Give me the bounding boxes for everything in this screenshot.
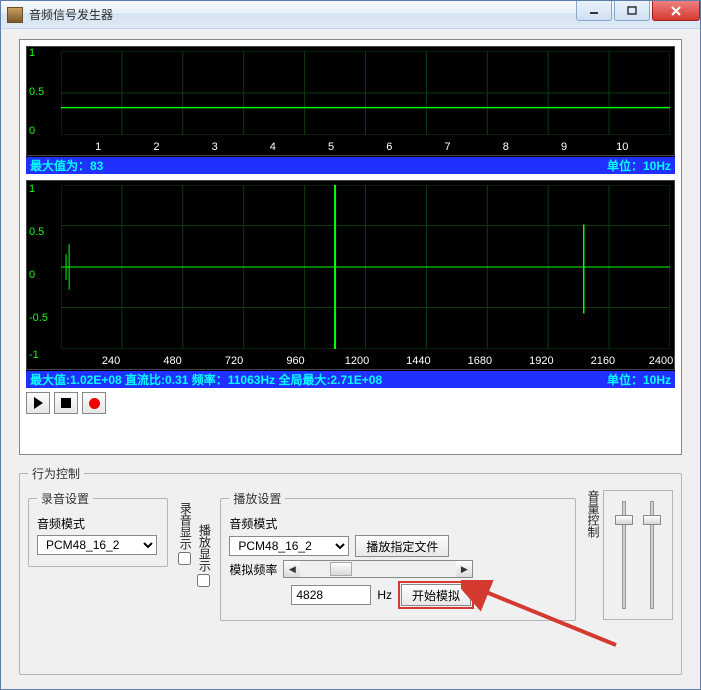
plot1-xtick: 7 [444, 141, 450, 153]
plot2-xtick: 960 [286, 355, 304, 367]
plot2-status-left: 最大值:1.02E+08 直流比:0.31 频率：11063Hz 全局最大:2.… [30, 371, 382, 388]
scroll-left-icon[interactable]: ◀ [284, 561, 300, 577]
sim-freq-unit: Hz [377, 588, 392, 602]
plot2-xtick: 240 [102, 355, 120, 367]
play-display-checkbox[interactable] [197, 574, 210, 587]
plot2-xtick: 1920 [529, 355, 553, 367]
plot2-ytick: -0.5 [29, 312, 48, 324]
stop-icon [61, 398, 71, 408]
plot1-xtick: 8 [503, 141, 509, 153]
plot1-status: 最大值为：83 单位：10Hz [26, 156, 675, 174]
volume-control [603, 490, 673, 620]
record-icon [89, 398, 100, 409]
stop-button[interactable] [54, 392, 78, 414]
play-button[interactable] [26, 392, 50, 414]
app-icon [7, 7, 23, 23]
play-file-button[interactable]: 播放指定文件 [355, 535, 449, 557]
plot2-xtick: 480 [163, 355, 181, 367]
record-button[interactable] [82, 392, 106, 414]
record-settings-group: 录音设置 音频模式 PCM48_16_2 [28, 490, 168, 567]
maximize-button[interactable] [614, 1, 650, 21]
play-icon [34, 397, 43, 409]
plot-frame: 1 0.5 0 1 2 3 4 5 6 7 8 9 10 最大值为：83 单位：… [19, 39, 682, 455]
rec-display-checkbox[interactable] [178, 552, 191, 565]
play-mode-label: 音频模式 [229, 515, 566, 532]
minimize-button[interactable] [576, 1, 612, 21]
record-mode-label: 音频模式 [37, 515, 159, 532]
plot1-xtick: 3 [212, 141, 218, 153]
plot2-xtick: 2160 [591, 355, 615, 367]
plot2-xtick: 1440 [406, 355, 430, 367]
playback-toolbar [26, 392, 675, 414]
behavior-control-group: 行为控制 录音设置 音频模式 PCM48_16_2 录音显示 [19, 465, 682, 675]
plot1-xtick: 2 [153, 141, 159, 153]
plot2-xtick: 2400 [649, 355, 673, 367]
sim-freq-scrollbar[interactable]: ◀ ▶ [283, 560, 473, 578]
start-sim-button[interactable]: 开始模拟 [401, 584, 471, 606]
titlebar: 音频信号发生器 [1, 1, 700, 29]
plot1-xtick: 9 [561, 141, 567, 153]
plot2-ytick: 0.5 [29, 226, 44, 238]
plot2-ytick: 1 [29, 183, 35, 195]
window-title: 音频信号发生器 [29, 6, 574, 23]
plot1-ytick: 0 [29, 125, 35, 137]
plot1-xtick: 10 [616, 141, 628, 153]
volume-slider-left[interactable] [610, 497, 638, 613]
sim-freq-input[interactable] [291, 585, 371, 605]
plot2-ytick: -1 [29, 349, 39, 361]
behavior-legend: 行为控制 [28, 465, 84, 482]
plot2-xtick: 720 [225, 355, 243, 367]
plot1-status-left: 最大值为：83 [30, 157, 103, 174]
volume-slider-right[interactable] [638, 497, 666, 613]
annotation-highlight: 开始模拟 [398, 581, 474, 609]
plot1-xtick: 1 [95, 141, 101, 153]
volume-label: 音量控制 [586, 490, 599, 620]
play-settings-group: 播放设置 音频模式 PCM48_16_2 播放指定文件 模拟频率 ◀ ▶ [220, 490, 575, 621]
play-display-label: 播放显示 [197, 524, 210, 572]
plot1-ytick: 1 [29, 47, 35, 59]
plot2-xtick: 1680 [468, 355, 492, 367]
plot1-xtick: 5 [328, 141, 334, 153]
close-button[interactable] [652, 1, 700, 21]
plot2-status: 最大值:1.02E+08 直流比:0.31 频率：11063Hz 全局最大:2.… [26, 370, 675, 388]
plot-top: 1 0.5 0 1 2 3 4 5 6 7 8 9 10 [26, 46, 675, 156]
play-legend: 播放设置 [229, 490, 285, 507]
sim-freq-label: 模拟频率 [229, 561, 277, 578]
play-mode-select[interactable]: PCM48_16_2 [229, 536, 349, 556]
scroll-right-icon[interactable]: ▶ [456, 561, 472, 577]
plot-bottom: 1 0.5 0 -0.5 -1 240 480 720 960 1200 144… [26, 180, 675, 370]
plot2-xtick: 1200 [345, 355, 369, 367]
plot1-status-right: 单位：10Hz [607, 157, 671, 174]
plot1-ytick: 0.5 [29, 86, 44, 98]
record-legend: 录音设置 [37, 490, 93, 507]
rec-display-label: 录音显示 [178, 502, 191, 550]
plot1-xtick: 4 [270, 141, 276, 153]
record-mode-select[interactable]: PCM48_16_2 [37, 535, 157, 555]
plot2-status-right: 单位：10Hz [607, 371, 671, 388]
plot1-xtick: 6 [386, 141, 392, 153]
plot2-ytick: 0 [29, 269, 35, 281]
